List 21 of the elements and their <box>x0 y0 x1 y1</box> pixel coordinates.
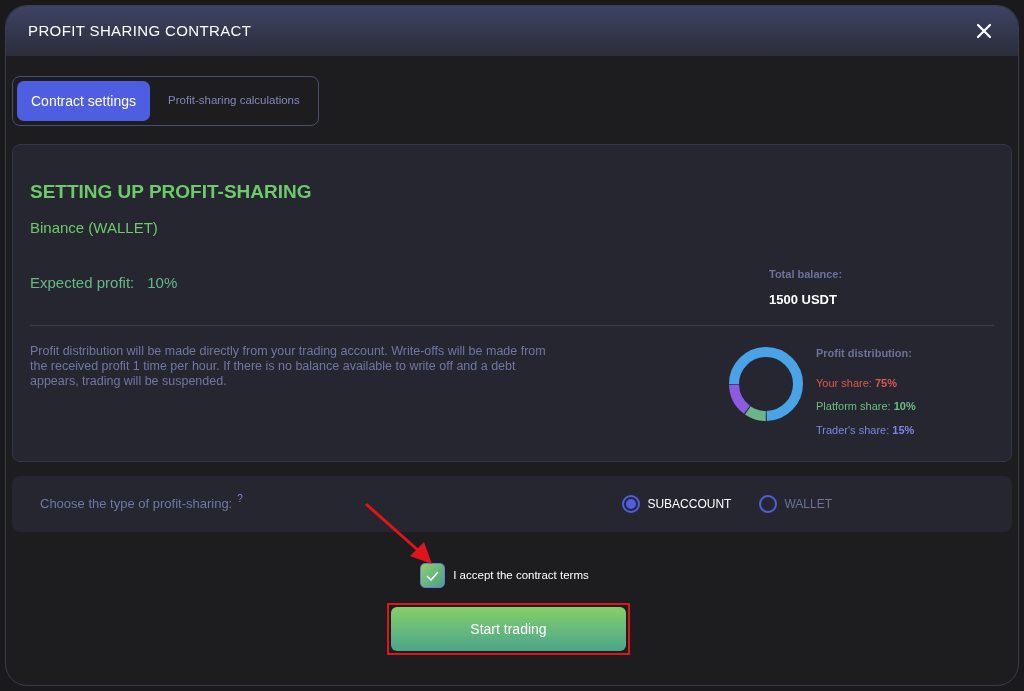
close-icon <box>976 23 992 39</box>
window-title: PROFIT SHARING CONTRACT <box>28 20 252 41</box>
help-mark[interactable]: ? <box>237 491 243 507</box>
exchange-label: Binance (WALLET) <box>30 217 159 238</box>
total-balance-label: Total balance: <box>769 267 844 282</box>
tab[interactable]: Contract settings <box>17 81 151 121</box>
tab[interactable]: Profit-sharing calculations <box>154 81 314 121</box>
radio-option[interactable]: SUBACCOUNT <box>622 495 732 513</box>
share-label: Trader's share: 15% <box>816 422 916 438</box>
terms-checkbox-row[interactable]: I accept the contract terms <box>420 563 589 588</box>
share-label: Platform share: 10% <box>816 399 917 414</box>
section-heading: SETTING UP PROFIT-SHARING <box>30 180 312 204</box>
share-label: Your share: 75% <box>816 375 898 391</box>
radio-option[interactable]: WALLET <box>759 495 832 513</box>
check-icon <box>426 570 440 581</box>
expected-profit-value: 10% <box>147 273 178 293</box>
distribution-note: Profit distribution will be made directly from your trading account. Write-offs will be made from the received profit 1 time per hour. If there is no balance available to write off and a debt appears, trading will be suspended. <box>30 344 547 390</box>
total-balance-value: 1500 USDT <box>769 290 838 309</box>
distribution-title: Profit distribution: <box>816 346 913 361</box>
expected-profit-label: Expected profit: <box>30 273 135 293</box>
type-label: Choose the type of profit-sharing: <box>40 495 233 514</box>
